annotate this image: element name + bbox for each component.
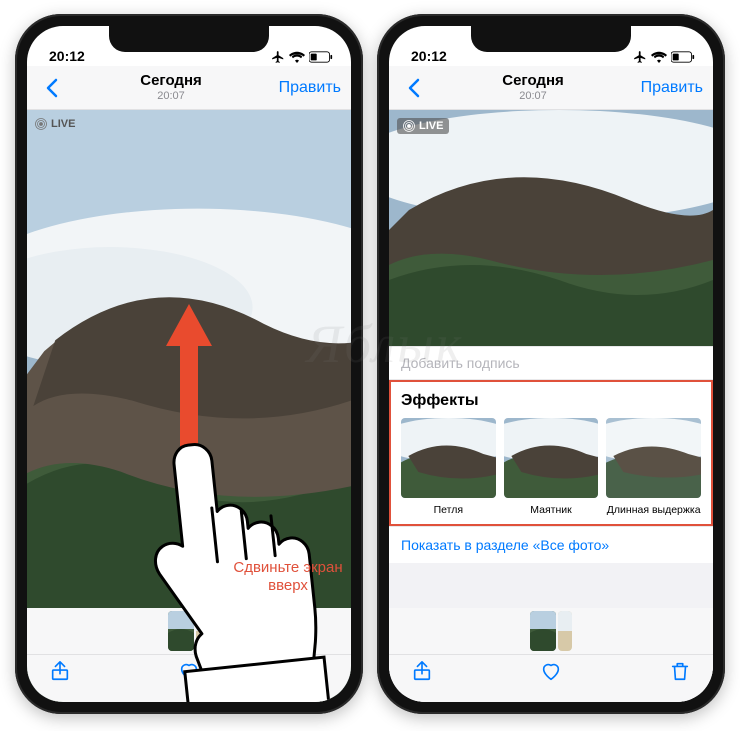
chevron-left-icon [407, 78, 421, 98]
share-button[interactable] [411, 660, 433, 687]
airplane-mode-icon [633, 50, 647, 64]
phone-right: 20:12 Сегодня 20:07 Править [377, 14, 725, 714]
trash-icon [669, 660, 691, 682]
status-time: 20:12 [411, 48, 447, 64]
nav-title-sub: 20:07 [67, 90, 275, 102]
status-indicators [633, 50, 695, 64]
back-button[interactable] [399, 78, 429, 98]
nav-title-main: Сегодня [67, 73, 275, 90]
wifi-icon [651, 51, 667, 63]
nav-title: Сегодня 20:07 [429, 73, 637, 102]
effect-thumb [401, 418, 496, 498]
back-button[interactable] [37, 78, 67, 98]
thumbnail-next[interactable] [558, 611, 572, 651]
share-icon [411, 660, 433, 682]
two-phone-layout: 20:12 Сегодня 20:07 Править [0, 0, 740, 728]
screen-right: 20:12 Сегодня 20:07 Править [389, 26, 713, 702]
wifi-icon [289, 51, 305, 63]
show-in-all-photos-link[interactable]: Показать в разделе «Все фото» [389, 526, 713, 563]
live-label: LIVE [419, 120, 443, 132]
effect-thumb [606, 418, 701, 498]
delete-button[interactable] [669, 660, 691, 687]
effect-option-long-exposure[interactable]: Длинная выдержка [606, 418, 701, 516]
effects-title: Эффекты [401, 392, 701, 410]
effects-row[interactable]: Петля Маятник Длинная выде [401, 418, 701, 516]
thumbnail-current[interactable] [530, 611, 556, 651]
nav-title-main: Сегодня [429, 73, 637, 90]
effect-label: Маятник [504, 504, 599, 516]
effect-option-loop[interactable]: Петля [401, 418, 496, 516]
nav-bar: Сегодня 20:07 Править [27, 66, 351, 110]
effects-section: Эффекты Петля Маятник [389, 380, 713, 526]
live-badge: LIVE [35, 118, 75, 130]
add-caption-field[interactable]: Добавить подпись [389, 346, 713, 380]
live-icon [403, 120, 415, 132]
device-notch [471, 26, 631, 52]
thumbnail-strip[interactable] [389, 608, 713, 654]
photo-detail-scroll[interactable]: LIVE Добавить подпись Эффекты [389, 110, 713, 702]
instruction-text: Сдвиньте экран вверх [223, 559, 351, 597]
screen-left: 20:12 Сегодня 20:07 Править [27, 26, 351, 702]
share-icon [49, 660, 71, 682]
photo-viewer[interactable]: LIVE [27, 110, 351, 702]
battery-icon [671, 51, 695, 63]
chevron-left-icon [45, 78, 59, 98]
edit-button[interactable]: Править [637, 79, 703, 97]
effect-thumb [504, 418, 599, 498]
effect-label: Длинная выдержка [606, 504, 701, 516]
nav-bar: Сегодня 20:07 Править [389, 66, 713, 110]
live-icon [35, 118, 47, 130]
live-label: LIVE [51, 118, 75, 130]
live-badge: LIVE [397, 118, 449, 134]
nav-title: Сегодня 20:07 [67, 73, 275, 102]
status-time: 20:12 [49, 48, 85, 64]
airplane-mode-icon [271, 50, 285, 64]
bottom-toolbar [389, 654, 713, 702]
heart-icon [540, 660, 562, 682]
edit-button[interactable]: Править [275, 79, 341, 97]
phone-left: 20:12 Сегодня 20:07 Править [15, 14, 363, 714]
nav-title-sub: 20:07 [429, 90, 637, 102]
share-button[interactable] [49, 660, 71, 687]
caption-placeholder: Добавить подпись [401, 355, 520, 371]
battery-icon [309, 51, 333, 63]
favorite-button[interactable] [540, 660, 562, 687]
photo-content [389, 110, 713, 346]
photo-preview[interactable]: LIVE [389, 110, 713, 346]
device-notch [109, 26, 269, 52]
effect-label: Петля [401, 504, 496, 516]
status-indicators [271, 50, 333, 64]
effect-option-bounce[interactable]: Маятник [504, 418, 599, 516]
